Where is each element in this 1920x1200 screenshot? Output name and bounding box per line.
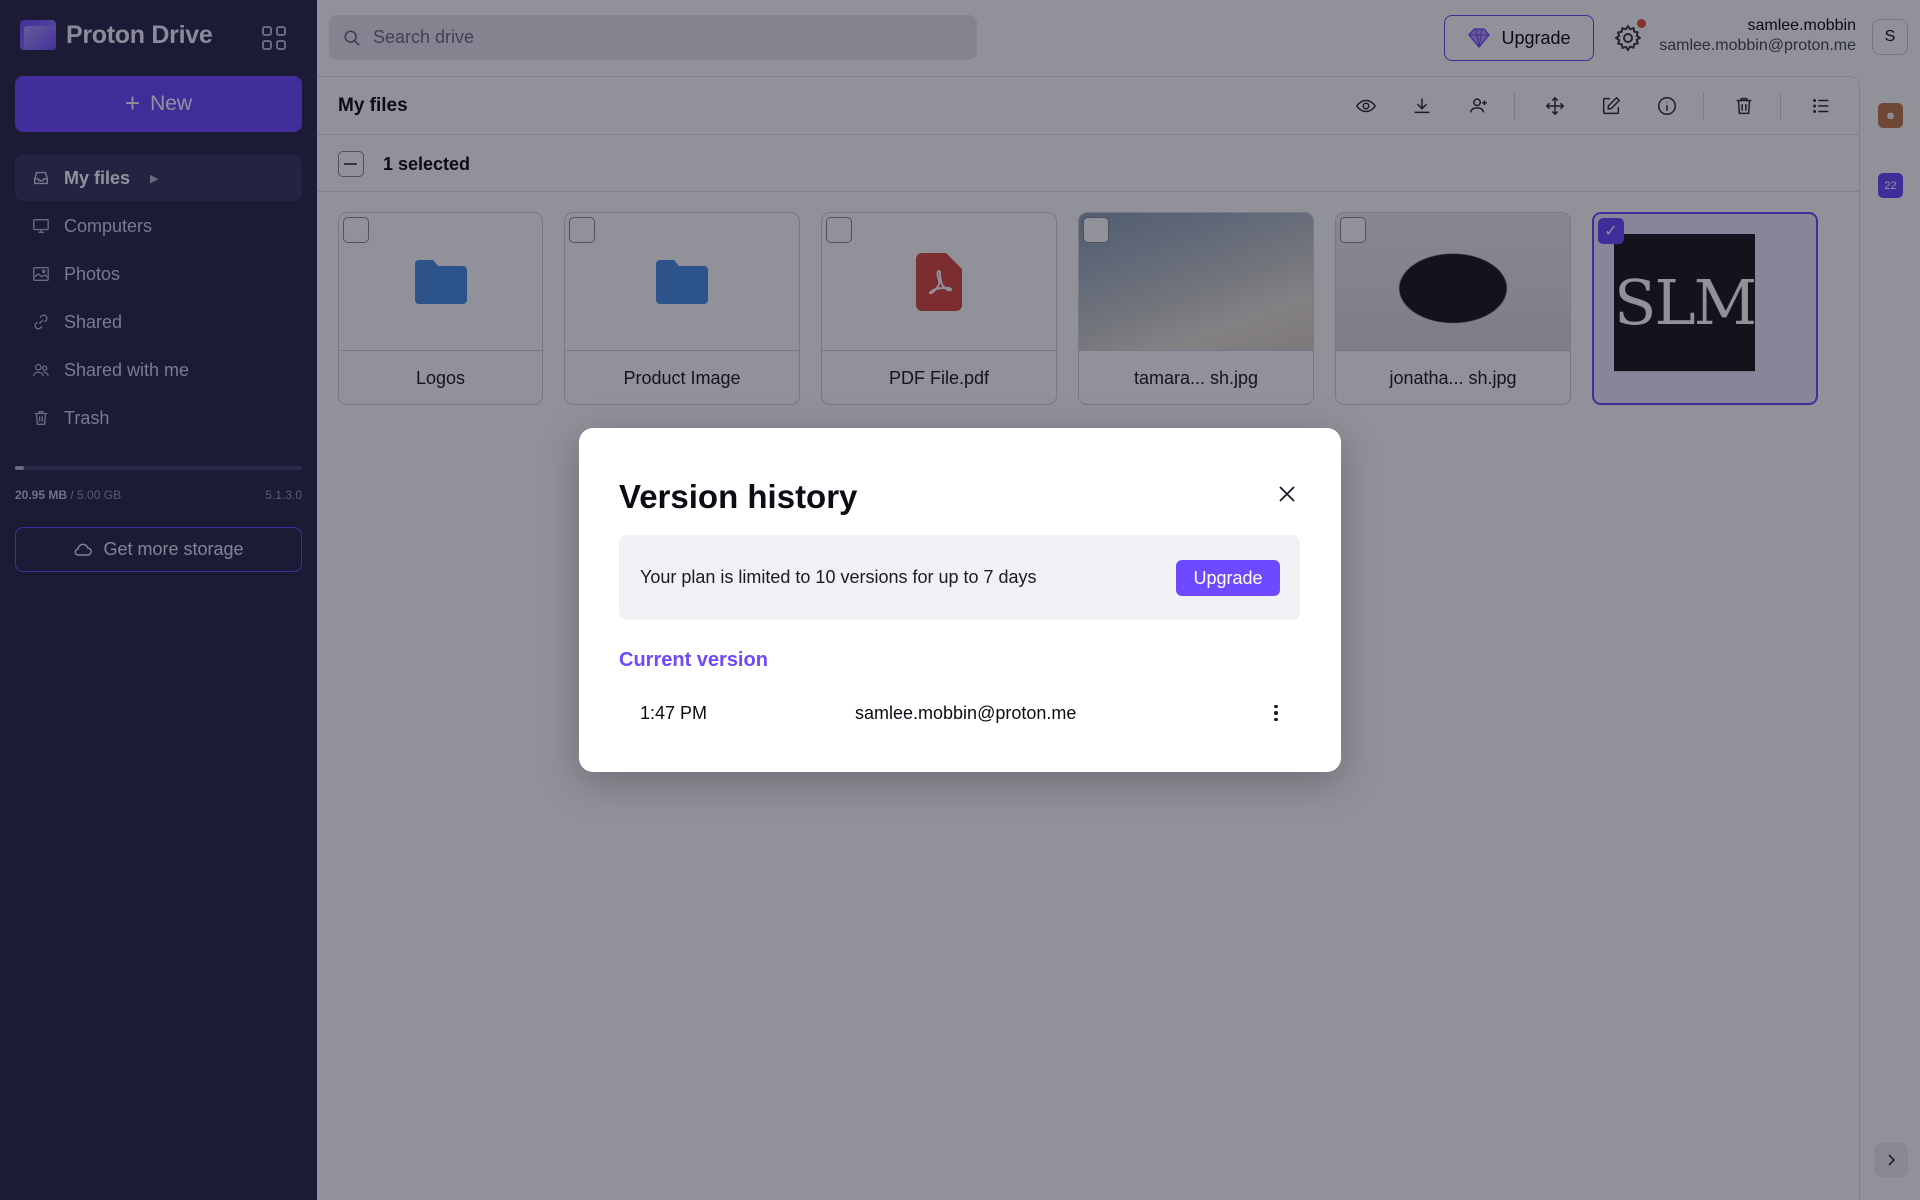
dialog-title: Version history (619, 478, 858, 515)
version-history-dialog: Version history Your plan is limited to … (579, 428, 1341, 772)
version-row: 1:47 PM samlee.mobbin@proton.me (619, 685, 1300, 743)
more-options-icon[interactable] (1264, 699, 1288, 727)
current-version-heading: Current version (619, 649, 768, 671)
plan-limit-text: Your plan is limited to 10 versions for … (640, 567, 1037, 587)
modal-backdrop[interactable]: Version history Your plan is limited to … (0, 0, 1920, 1200)
close-icon (1279, 486, 1295, 502)
version-author: samlee.mobbin@proton.me (855, 703, 1077, 723)
version-time: 1:47 PM (640, 703, 708, 723)
close-button[interactable] (1273, 480, 1301, 508)
dialog-upgrade-button[interactable]: Upgrade (1176, 560, 1280, 596)
plan-limit-banner: Your plan is limited to 10 versions for … (619, 535, 1300, 620)
